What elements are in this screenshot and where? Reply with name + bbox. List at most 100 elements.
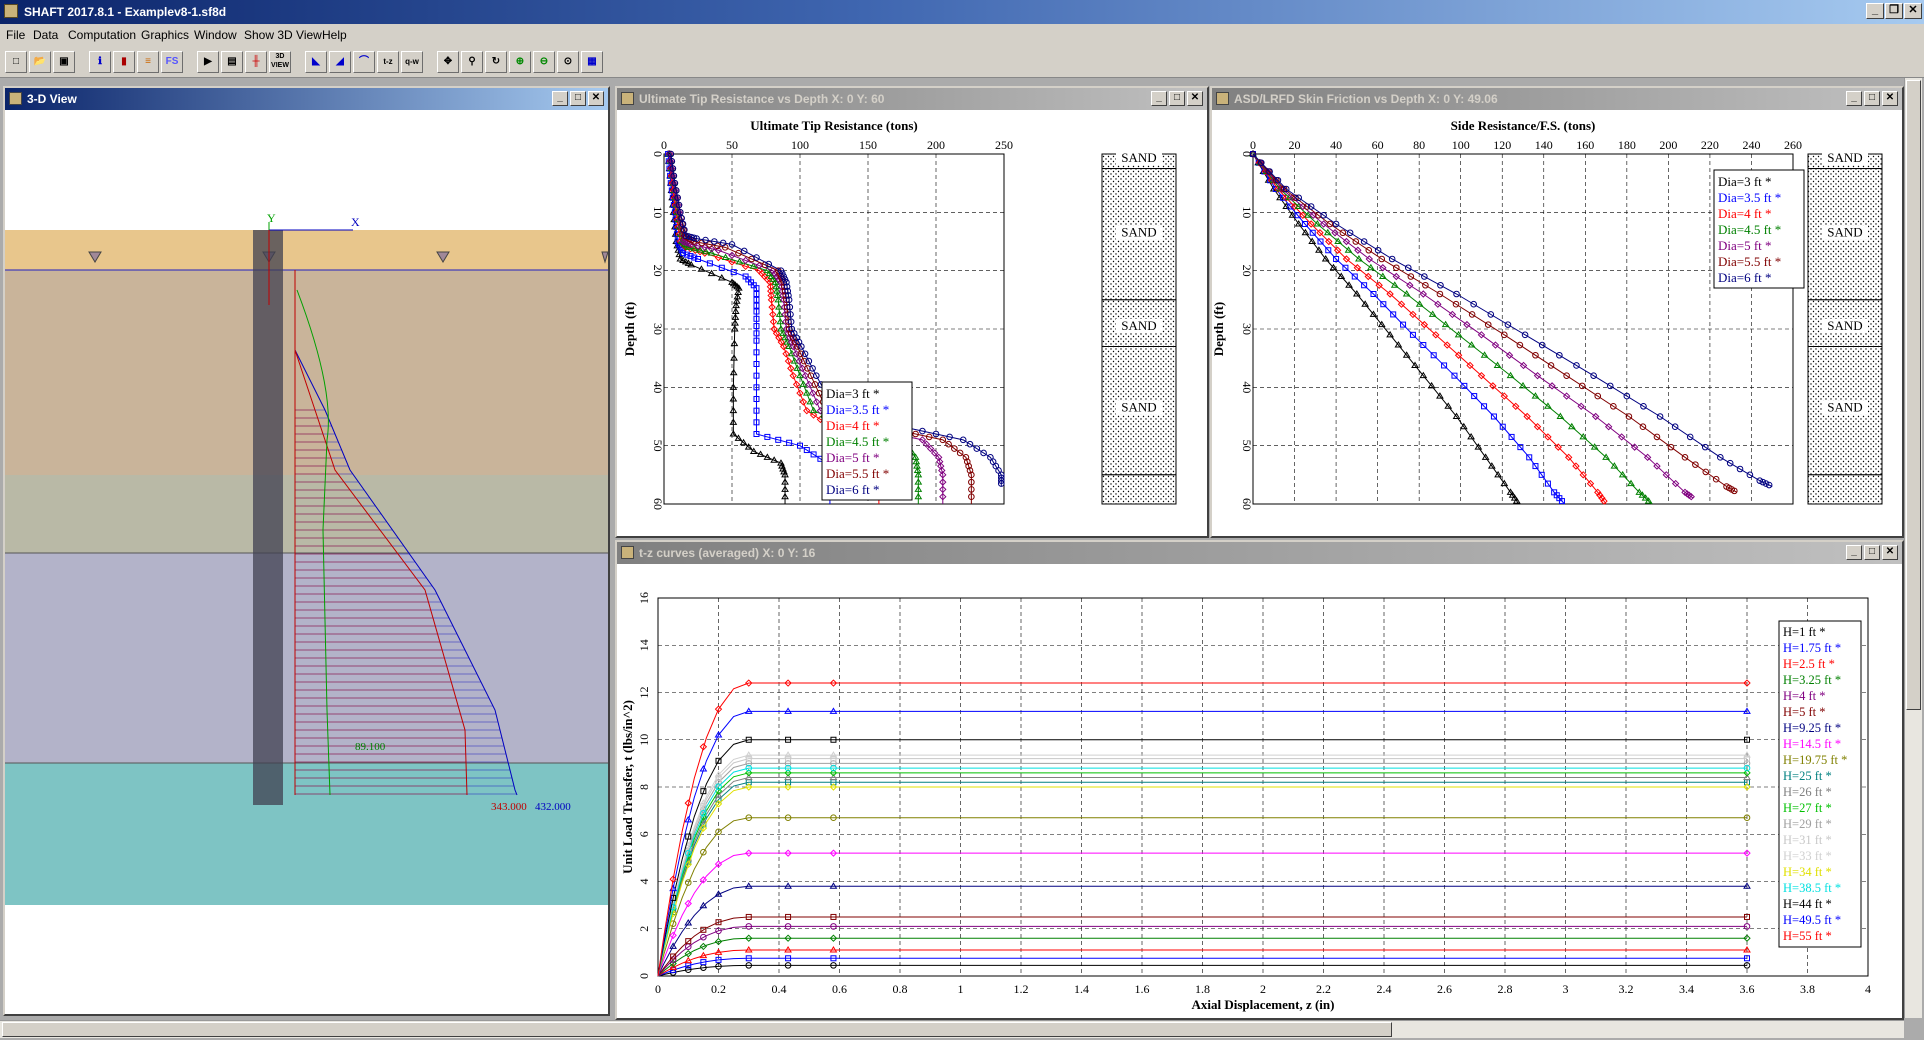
save-icon[interactable]: ▣ bbox=[53, 51, 75, 73]
vertical-scrollbar[interactable] bbox=[1904, 78, 1922, 1018]
x-tick-label: 40 bbox=[1330, 138, 1342, 152]
minimize-button[interactable]: _ bbox=[1846, 91, 1862, 106]
menu-bar: File Data Computation Graphics Window Sh… bbox=[0, 24, 1924, 46]
value-label-mid: 89.100 bbox=[355, 741, 386, 753]
menu-window[interactable]: Window bbox=[194, 28, 237, 42]
tile-windows-icon[interactable]: ▦ bbox=[581, 51, 603, 73]
3d-view-window: 3-D View _ □ ✕ Y X 89.100 343.000 432.00… bbox=[3, 86, 610, 1016]
qw-curves-icon[interactable]: q-w bbox=[401, 51, 423, 73]
soil-label: SAND bbox=[1827, 150, 1862, 165]
window-icon bbox=[9, 92, 22, 105]
zoom-in-icon[interactable]: ⊕ bbox=[509, 51, 531, 73]
horizontal-scroll-thumb[interactable] bbox=[2, 1022, 1392, 1037]
tz-series-14 bbox=[657, 751, 1751, 977]
menu-help[interactable]: Help bbox=[322, 28, 347, 42]
horizontal-scrollbar[interactable] bbox=[0, 1020, 1904, 1038]
y-tick-label: 60 bbox=[651, 498, 665, 510]
soil-layer-1 bbox=[5, 230, 608, 270]
app-icon bbox=[4, 4, 18, 18]
legend-entry: Dia=5.5 ft * bbox=[826, 466, 889, 481]
report-icon[interactable]: ▤ bbox=[221, 51, 243, 73]
minimize-button[interactable]: _ bbox=[1866, 3, 1884, 19]
tz-series-15 bbox=[657, 783, 1751, 977]
rotate-icon[interactable]: ↻ bbox=[485, 51, 507, 73]
vertical-scroll-thumb[interactable] bbox=[1906, 80, 1921, 710]
legend-entry: Dia=4 ft * bbox=[826, 418, 880, 433]
tz-curves-icon[interactable]: t-z bbox=[377, 51, 399, 73]
series-line bbox=[1252, 153, 1773, 487]
close-button[interactable]: ✕ bbox=[1187, 91, 1203, 106]
legend-entry: H=19.75 ft * bbox=[1783, 753, 1847, 767]
new-file-icon[interactable]: □ bbox=[5, 51, 27, 73]
chart-title: Ultimate Tip Resistance (tons) bbox=[750, 118, 917, 133]
x-tick-label: 1 bbox=[958, 982, 964, 996]
graph-skin-icon[interactable]: ◢ bbox=[329, 51, 351, 73]
menu-data[interactable]: Data bbox=[33, 28, 58, 42]
soil-block bbox=[1807, 474, 1883, 505]
series-1 bbox=[665, 151, 833, 504]
tz-series-9 bbox=[657, 779, 1750, 977]
minimize-button[interactable]: _ bbox=[552, 91, 568, 106]
x-tick-label: 260 bbox=[1784, 138, 1802, 152]
y-tick-label: 10 bbox=[1240, 206, 1254, 218]
legend-entry: Dia=4.5 ft * bbox=[826, 434, 889, 449]
maximize-button[interactable]: □ bbox=[1169, 91, 1185, 106]
3d-view-button[interactable]: 3D VIEW bbox=[269, 51, 291, 73]
tz-curves-window: t-z curves (averaged) X: 0 Y: 16 _ □ ✕ 0… bbox=[615, 540, 1904, 1020]
x-tick-label: 3.2 bbox=[1619, 982, 1634, 996]
skin-friction-window: ASD/LRFD Skin Friction vs Depth X: 0 Y: … bbox=[1210, 86, 1904, 538]
zoom-reset-icon[interactable]: ⊙ bbox=[557, 51, 579, 73]
x-axis-label: X bbox=[351, 215, 360, 229]
minimize-button[interactable]: _ bbox=[1846, 545, 1862, 560]
move-icon[interactable]: ✥ bbox=[437, 51, 459, 73]
x-axis-label: Axial Displacement, z (in) bbox=[1192, 997, 1335, 1012]
run-analysis-icon[interactable]: ▶ bbox=[197, 51, 219, 73]
x-tick-label: 0 bbox=[661, 138, 667, 152]
close-button[interactable]: ✕ bbox=[1882, 545, 1898, 560]
3d-view-canvas[interactable]: Y X 89.100 343.000 432.000 bbox=[5, 110, 608, 1014]
minimize-button[interactable]: _ bbox=[1151, 91, 1167, 106]
legend-entry: H=5 ft * bbox=[1783, 705, 1825, 719]
restore-button[interactable]: ❐ bbox=[1885, 3, 1903, 19]
close-button[interactable]: ✕ bbox=[1904, 3, 1922, 19]
menu-file[interactable]: File bbox=[6, 28, 25, 42]
window-icon bbox=[621, 92, 634, 105]
maximize-button[interactable]: □ bbox=[1864, 545, 1880, 560]
close-button[interactable]: ✕ bbox=[1882, 91, 1898, 106]
menu-graphics[interactable]: Graphics bbox=[141, 28, 189, 42]
y-tick-label: 50 bbox=[1240, 440, 1254, 452]
x-tick-label: 220 bbox=[1701, 138, 1719, 152]
y-tick-label: 16 bbox=[637, 592, 651, 604]
zoom-out-icon[interactable]: ⊖ bbox=[533, 51, 555, 73]
tz-series-0 bbox=[657, 962, 1751, 977]
app-title: SHAFT 2017.8.1 - Examplev8-1.sf8d bbox=[24, 5, 227, 19]
pile-head-icon[interactable]: ╫ bbox=[245, 51, 267, 73]
zoom-icon[interactable]: ⚲ bbox=[461, 51, 483, 73]
legend-entry: H=1.75 ft * bbox=[1783, 641, 1841, 655]
y-tick-label: 12 bbox=[637, 687, 651, 699]
fs-button[interactable]: FS bbox=[161, 51, 183, 73]
y-tick-label: 40 bbox=[1240, 381, 1254, 393]
x-tick-label: 100 bbox=[791, 138, 809, 152]
legend-entry: Dia=5 ft * bbox=[1718, 238, 1772, 253]
soil-layers-icon[interactable]: ≡ bbox=[137, 51, 159, 73]
maximize-button[interactable]: □ bbox=[1864, 91, 1880, 106]
open-file-icon[interactable]: 📂 bbox=[29, 51, 51, 73]
x-tick-label: 0.6 bbox=[832, 982, 847, 996]
graph-load-icon[interactable]: ⌒ bbox=[353, 51, 375, 73]
close-button[interactable]: ✕ bbox=[588, 91, 604, 106]
info-icon[interactable]: ℹ bbox=[89, 51, 111, 73]
y-axis-label: Depth (ft) bbox=[622, 302, 637, 357]
graph-tip-icon[interactable]: ◣ bbox=[305, 51, 327, 73]
y-tick-label: 30 bbox=[1240, 323, 1254, 335]
maximize-button[interactable]: □ bbox=[570, 91, 586, 106]
x-tick-label: 0.4 bbox=[772, 982, 787, 996]
x-tick-label: 2.6 bbox=[1437, 982, 1452, 996]
tz-series-12 bbox=[657, 760, 1751, 977]
series-0 bbox=[664, 150, 789, 504]
menu-computation[interactable]: Computation bbox=[68, 28, 136, 42]
tip-window-title: Ultimate Tip Resistance vs Depth X: 0 Y:… bbox=[639, 92, 885, 106]
pile-icon[interactable]: ▮ bbox=[113, 51, 135, 73]
menu-show-3d-view[interactable]: Show 3D View bbox=[244, 28, 322, 42]
tz-curves-chart: 0 0.2 0.4 0.6 0.8 1 1.2 1.4 1.6 1.8 2 2.2 2.4 2.6 2.8 3… bbox=[620, 592, 1871, 1012]
